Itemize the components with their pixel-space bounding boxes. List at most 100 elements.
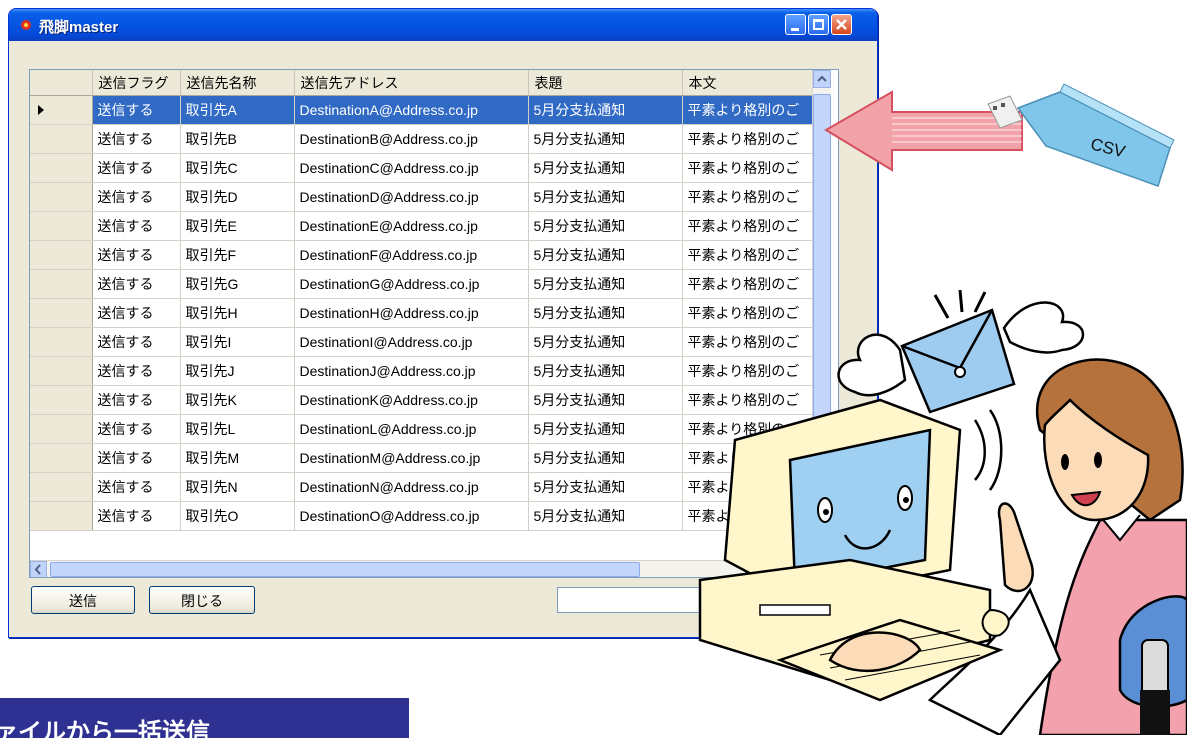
row-header[interactable] bbox=[30, 356, 93, 386]
table-cell[interactable]: 取引先K bbox=[180, 385, 295, 415]
table-cell[interactable]: 送信する bbox=[92, 240, 181, 270]
minimize-button[interactable] bbox=[785, 14, 806, 35]
table-cell[interactable]: 取引先M bbox=[180, 443, 295, 473]
scroll-thumb-horizontal[interactable] bbox=[50, 562, 640, 577]
row-header[interactable] bbox=[30, 182, 93, 212]
table-cell[interactable]: 平素より格別のご bbox=[682, 269, 813, 299]
table-cell[interactable]: DestinationB@Address.co.jp bbox=[294, 124, 529, 154]
row-header[interactable] bbox=[30, 443, 93, 473]
table-cell[interactable]: DestinationJ@Address.co.jp bbox=[294, 356, 529, 386]
column-header[interactable]: 送信先アドレス bbox=[294, 70, 529, 96]
scroll-left-button[interactable] bbox=[30, 561, 47, 577]
table-cell[interactable]: 平素より格別のご bbox=[682, 95, 813, 125]
table-cell[interactable]: 送信する bbox=[92, 414, 181, 444]
table-cell[interactable]: 5月分支払通知 bbox=[528, 153, 683, 183]
table-cell[interactable]: 平素より格別のご bbox=[682, 356, 813, 386]
table-cell[interactable]: 5月分支払通知 bbox=[528, 385, 683, 415]
table-cell[interactable]: 5月分支払通知 bbox=[528, 124, 683, 154]
table-cell[interactable]: 送信する bbox=[92, 95, 181, 125]
table-cell[interactable]: 平素より格別のご bbox=[682, 443, 813, 473]
table-cell[interactable]: 取引先J bbox=[180, 356, 295, 386]
table-cell[interactable]: 5月分支払通知 bbox=[528, 356, 683, 386]
table-cell[interactable]: 5月分支払通知 bbox=[528, 95, 683, 125]
table-row[interactable]: 送信する 取引先F DestinationF@Address.co.jp 5月分支払通… bbox=[30, 240, 813, 270]
row-header[interactable] bbox=[30, 385, 93, 415]
table-cell[interactable]: 送信する bbox=[92, 269, 181, 299]
table-cell[interactable]: 送信する bbox=[92, 501, 181, 531]
table-cell[interactable]: 送信する bbox=[92, 211, 181, 241]
table-cell[interactable]: 5月分支払通知 bbox=[528, 472, 683, 502]
scroll-thumb[interactable] bbox=[813, 94, 831, 504]
column-header[interactable]: 送信先名称 bbox=[180, 70, 295, 96]
table-cell[interactable]: 5月分支払通知 bbox=[528, 501, 683, 531]
column-header[interactable]: 送信フラグ bbox=[92, 70, 181, 96]
table-cell[interactable]: DestinationO@Address.co.jp bbox=[294, 501, 529, 531]
table-cell[interactable]: 取引先F bbox=[180, 240, 295, 270]
row-header[interactable] bbox=[30, 501, 93, 531]
table-row[interactable]: 送信する 取引先L DestinationL@Address.co.jp 5月分支払通… bbox=[30, 414, 813, 444]
table-row[interactable]: 送信する 取引先D DestinationD@Address.co.jp 5月分支払通… bbox=[30, 182, 813, 212]
table-cell[interactable]: 送信する bbox=[92, 443, 181, 473]
horizontal-scrollbar[interactable] bbox=[30, 560, 830, 577]
column-header[interactable]: 表題 bbox=[528, 70, 683, 96]
table-cell[interactable]: 5月分支払通知 bbox=[528, 269, 683, 299]
table-cell[interactable]: 送信する bbox=[92, 182, 181, 212]
vertical-scrollbar[interactable] bbox=[812, 70, 831, 550]
table-row[interactable]: 送信する 取引先K DestinationK@Address.co.jp 5月分支払通… bbox=[30, 385, 813, 415]
table-cell[interactable]: 送信する bbox=[92, 472, 181, 502]
table-cell[interactable]: 取引先B bbox=[180, 124, 295, 154]
row-header[interactable] bbox=[30, 95, 93, 125]
table-cell[interactable]: 送信する bbox=[92, 356, 181, 386]
table-cell[interactable]: 平素より格別のご bbox=[682, 327, 813, 357]
close-button[interactable]: 閉じる bbox=[149, 586, 255, 614]
table-cell[interactable]: DestinationC@Address.co.jp bbox=[294, 153, 529, 183]
row-header[interactable] bbox=[30, 240, 93, 270]
send-button[interactable]: 送信 bbox=[31, 586, 135, 614]
table-cell[interactable]: 取引先C bbox=[180, 153, 295, 183]
table-cell[interactable]: DestinationN@Address.co.jp bbox=[294, 472, 529, 502]
table-cell[interactable]: 5月分支払通知 bbox=[528, 327, 683, 357]
table-row[interactable]: 送信する 取引先O DestinationO@Address.co.jp 5月分支払通… bbox=[30, 501, 813, 531]
table-cell[interactable]: DestinationE@Address.co.jp bbox=[294, 211, 529, 241]
row-header[interactable] bbox=[30, 269, 93, 299]
table-cell[interactable]: 平素より格別のご bbox=[682, 472, 813, 502]
table-row[interactable]: 送信する 取引先J DestinationJ@Address.co.jp 5月分支払通… bbox=[30, 356, 813, 386]
table-cell[interactable]: DestinationL@Address.co.jp bbox=[294, 414, 529, 444]
table-cell[interactable]: 送信する bbox=[92, 298, 181, 328]
table-cell[interactable]: 取引先L bbox=[180, 414, 295, 444]
row-header[interactable] bbox=[30, 472, 93, 502]
table-row[interactable]: 送信する 取引先H DestinationH@Address.co.jp 5月分支払通… bbox=[30, 298, 813, 328]
table-cell[interactable]: 送信する bbox=[92, 153, 181, 183]
table-cell[interactable]: DestinationD@Address.co.jp bbox=[294, 182, 529, 212]
row-header[interactable] bbox=[30, 153, 93, 183]
row-header[interactable] bbox=[30, 124, 93, 154]
table-cell[interactable]: 取引先O bbox=[180, 501, 295, 531]
table-cell[interactable]: 5月分支払通知 bbox=[528, 298, 683, 328]
title-bar[interactable]: 飛脚master bbox=[9, 9, 877, 41]
table-cell[interactable]: DestinationA@Address.co.jp bbox=[294, 95, 529, 125]
table-cell[interactable]: 平素より格別のご bbox=[682, 298, 813, 328]
column-header[interactable]: 本文 bbox=[682, 70, 813, 96]
table-cell[interactable]: 5月分支払通知 bbox=[528, 240, 683, 270]
table-cell[interactable]: 取引先A bbox=[180, 95, 295, 125]
table-cell[interactable]: 平素より格別のご bbox=[682, 385, 813, 415]
table-row[interactable]: 送信する 取引先B DestinationB@Address.co.jp 5月分支払通… bbox=[30, 124, 813, 154]
table-row[interactable]: 送信する 取引先G DestinationG@Address.co.jp 5月分支払通… bbox=[30, 269, 813, 299]
table-cell[interactable]: 平素より格別のご bbox=[682, 501, 813, 531]
table-cell[interactable]: 平素より格別のご bbox=[682, 414, 813, 444]
close-window-button[interactable] bbox=[831, 14, 852, 35]
table-cell[interactable]: 取引先I bbox=[180, 327, 295, 357]
table-cell[interactable]: 5月分支払通知 bbox=[528, 211, 683, 241]
row-header[interactable] bbox=[30, 327, 93, 357]
scroll-up-button[interactable] bbox=[813, 70, 831, 88]
table-row[interactable]: 送信する 取引先A DestinationA@Address.co.jp 5月分支払通… bbox=[30, 95, 813, 125]
row-header[interactable] bbox=[30, 211, 93, 241]
table-cell[interactable]: 取引先N bbox=[180, 472, 295, 502]
table-cell[interactable]: 平素より格別のご bbox=[682, 124, 813, 154]
table-cell[interactable]: DestinationK@Address.co.jp bbox=[294, 385, 529, 415]
table-cell[interactable]: 5月分支払通知 bbox=[528, 414, 683, 444]
data-grid[interactable]: 送信フラグ 送信先名称 送信先アドレス 表題 本文 送信する 取引先A Destin… bbox=[29, 69, 839, 578]
table-cell[interactable]: DestinationH@Address.co.jp bbox=[294, 298, 529, 328]
table-cell[interactable]: 5月分支払通知 bbox=[528, 443, 683, 473]
maximize-button[interactable] bbox=[808, 14, 829, 35]
